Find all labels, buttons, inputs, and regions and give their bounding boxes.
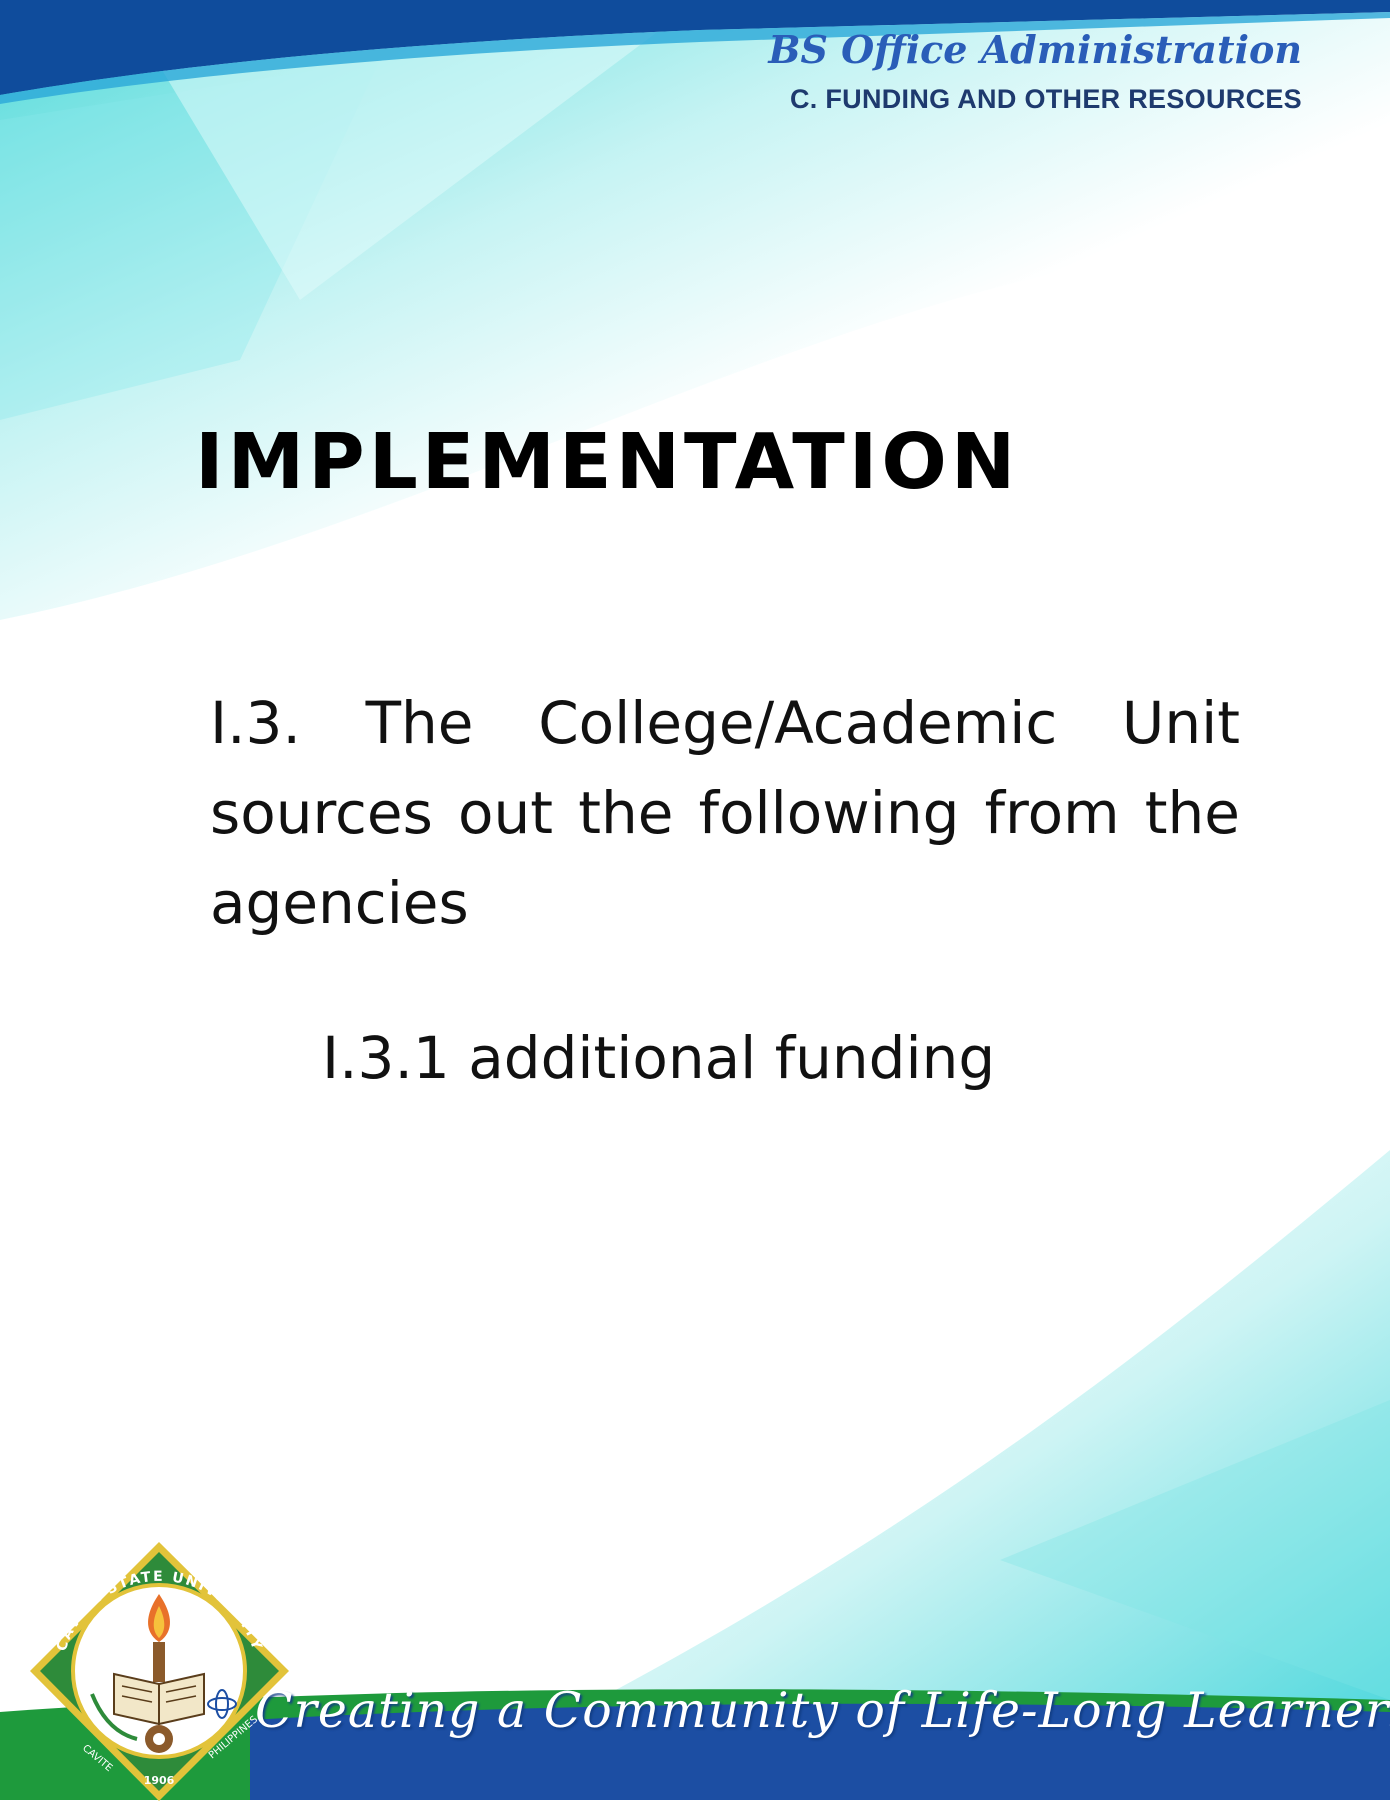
- footer-motto: Creating a Community of Life-Long Learne…: [255, 1682, 1390, 1739]
- document-header: BS Office Administration C. FUNDING AND …: [768, 24, 1302, 115]
- program-name: BS Office Administration: [768, 27, 1302, 72]
- section-heading: C. FUNDING AND OTHER RESOURCES: [789, 84, 1302, 114]
- svg-text:1906: 1906: [144, 1774, 175, 1787]
- page-title: IMPLEMENTATION: [195, 418, 1020, 507]
- criterion-subitem: I.3.1 additional funding: [322, 1024, 996, 1092]
- criterion-paragraph: I.3. The College/Academic Unit sources o…: [210, 689, 1240, 937]
- university-seal-logo: CAVITE STATE UNIVERSITY CAVITE PHILIPPIN…: [30, 1542, 289, 1801]
